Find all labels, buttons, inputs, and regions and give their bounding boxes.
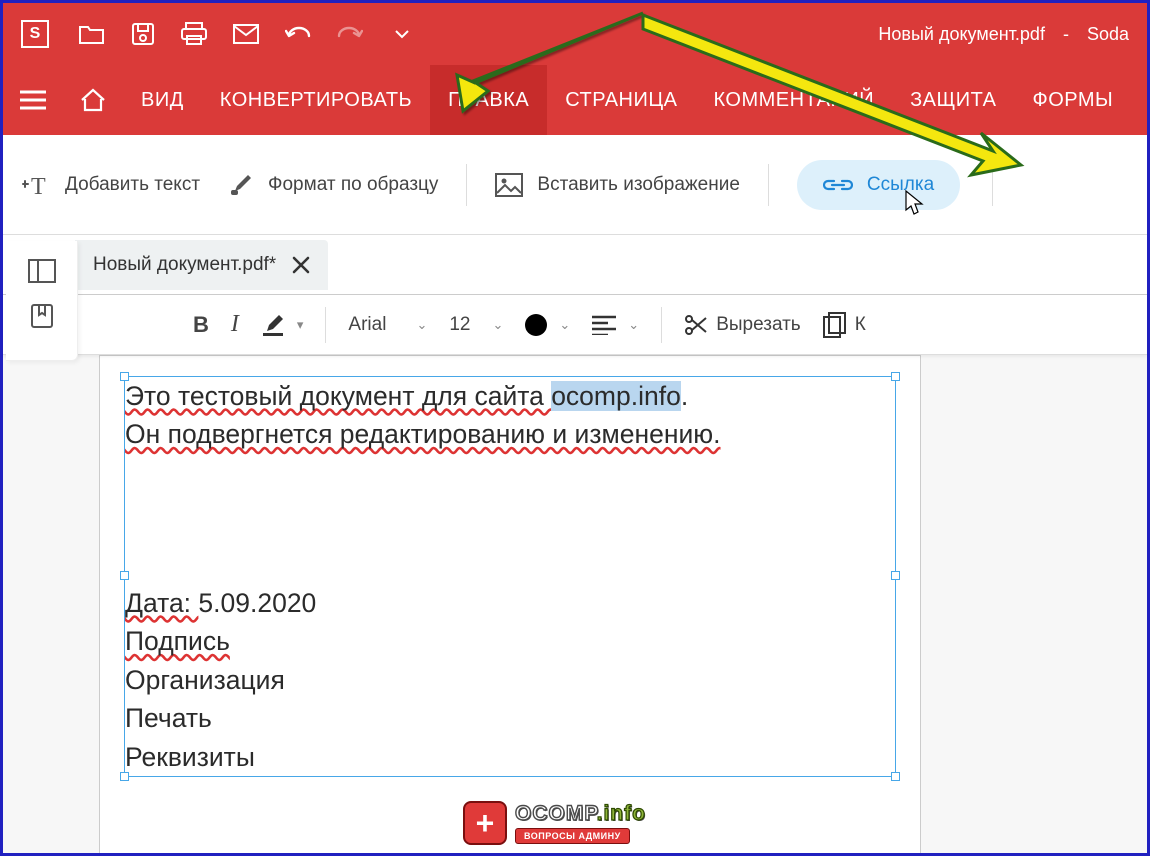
resize-handle[interactable] [891,372,900,381]
main-nav: ВИД КОНВЕРТИРОВАТЬ ПРАВКА СТРАНИЦА КОММЕ… [3,65,1147,135]
bookmarks-icon[interactable] [30,303,54,329]
mail-icon[interactable] [233,24,259,44]
paragraph-2[interactable]: Дата: 5.09.2020 Подпись Организация Печа… [125,584,895,776]
font-color-button[interactable]: ⌄ [525,314,570,336]
svg-text:T: T [31,174,46,198]
font-size: 12 [449,314,470,336]
watermark-title: OCOMP.info [515,802,646,826]
insert-image-button[interactable]: Вставить изображение [495,173,739,197]
nav-tab-convert[interactable]: КОНВЕРТИРОВАТЬ [202,65,430,135]
font-family-select[interactable]: Arial ⌄ [348,314,427,336]
separator [466,164,467,206]
left-panel [6,241,78,361]
nav-tab-view[interactable]: ВИД [123,65,202,135]
add-text-button[interactable]: T Добавить текст [21,172,200,198]
copy-button[interactable]: К [823,312,866,338]
nav-tab-edit[interactable]: ПРАВКА [430,65,547,135]
color-swatch-icon [525,314,547,336]
chevron-down-icon: ▾ [297,317,304,333]
resize-handle[interactable] [120,772,129,781]
nav-tab-protect[interactable]: ЗАЩИТА [892,65,1014,135]
brush-icon [228,172,254,198]
date-label: Дата: [125,588,198,618]
align-button[interactable]: ⌄ [592,315,639,335]
highlight-button[interactable]: ▾ [261,313,304,337]
font-size-select[interactable]: 12 ⌄ [449,314,503,336]
bold-button[interactable]: B [193,312,209,338]
undo-icon[interactable] [285,24,311,44]
chevron-down-icon: ⌄ [628,317,639,333]
page[interactable]: Это тестовый документ для сайта ocomp.in… [99,355,921,853]
org-line: Организация [125,665,285,695]
nav-tab-forms[interactable]: ФОРМЫ [1015,65,1132,135]
insert-image-label: Вставить изображение [537,174,739,196]
text-span: . [681,381,688,411]
redo-icon[interactable] [337,24,363,44]
resize-handle[interactable] [120,571,129,580]
chevron-down-icon: ⌄ [416,317,427,333]
app-logo-icon: S [21,20,49,48]
close-tab-icon[interactable] [292,256,310,274]
format-painter-button[interactable]: Формат по образцу [228,172,438,198]
chevron-down-icon: ⌄ [559,317,570,333]
date-value: 5.09.2020 [198,588,316,618]
resize-handle[interactable] [891,571,900,580]
separator [768,164,769,206]
link-button[interactable]: Ссылка [797,160,960,210]
document-tab[interactable]: Новый документ.pdf* [75,240,328,290]
edit-toolbar: T Добавить текст Формат по образцу Встав… [3,135,1147,235]
document-title: Новый документ.pdf [878,24,1045,45]
link-icon [823,176,853,194]
resize-handle[interactable] [891,772,900,781]
add-text-label: Добавить текст [65,174,200,196]
open-icon[interactable] [79,23,105,45]
cut-button[interactable]: Вырезать [684,313,801,337]
separator [661,307,662,343]
document-tab-name: Новый документ.pdf* [93,254,276,276]
image-icon [495,173,523,197]
app-name: Soda [1087,24,1129,45]
thumbnails-icon[interactable] [28,259,56,283]
font-name: Arial [348,314,386,336]
save-icon[interactable] [131,22,155,46]
watermark-badge: + OCOMP.info ВОПРОСЫ АДМИНУ [463,801,646,845]
hamburger-icon[interactable] [3,65,63,135]
format-painter-label: Формат по образцу [268,174,438,196]
title-bar: S Новый документ.pdf - Soda [3,3,1147,65]
details-line: Реквизиты [125,742,255,772]
scissors-icon [684,313,708,337]
copy-icon [823,312,847,338]
separator [325,307,326,343]
selected-text: ocomp.info [551,381,681,411]
copy-label: К [855,314,866,336]
quick-access-toolbar [79,22,409,46]
add-text-icon: T [21,172,51,198]
link-label: Ссылка [867,174,934,196]
document-canvas[interactable]: Это тестовый документ для сайта ocomp.in… [3,355,1147,853]
text-span: Это тестовый документ для сайта [125,381,551,411]
chevron-down-icon: ⌄ [492,317,503,333]
italic-button[interactable]: I [231,311,239,338]
text-span: Он подвергнется редактированию и изменен… [125,419,721,449]
text-edit-box[interactable]: Это тестовый документ для сайта ocomp.in… [124,376,896,777]
cut-label: Вырезать [716,314,801,336]
resize-handle[interactable] [120,372,129,381]
stamp-line: Печать [125,703,212,733]
signature-line: Подпись [125,626,230,656]
paragraph-1[interactable]: Это тестовый документ для сайта ocomp.in… [125,377,895,454]
plus-icon: + [463,801,507,845]
more-dropdown-icon[interactable] [395,29,409,39]
print-icon[interactable] [181,22,207,46]
separator [992,164,993,206]
nav-tab-page[interactable]: СТРАНИЦА [547,65,695,135]
watermark-subtitle: ВОПРОСЫ АДМИНУ [515,828,630,844]
title-right: Новый документ.pdf - Soda [878,24,1129,45]
home-icon[interactable] [63,65,123,135]
title-separator: - [1063,24,1069,45]
document-tab-strip: Новый документ.pdf* [3,235,1147,295]
format-toolbar: B I ▾ Arial ⌄ 12 ⌄ ⌄ ⌄ Вырезать К [3,295,1147,355]
nav-tab-comment[interactable]: КОММЕНТАРИЙ [696,65,893,135]
